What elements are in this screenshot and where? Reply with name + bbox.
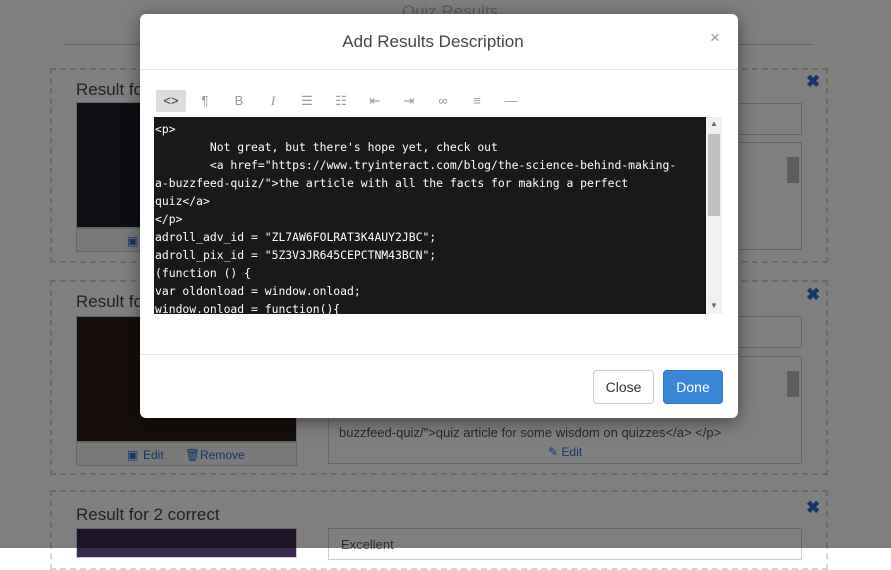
close-icon[interactable]: × — [710, 28, 720, 48]
code-content[interactable]: <p> Not great, but there's hope yet, che… — [155, 120, 703, 314]
divider — [140, 354, 738, 355]
editor-toolbar: <> ¶ B I ☰ ☷ ⇤ ⇥ ∞ ≡ — — [154, 85, 723, 118]
numbered-list-icon[interactable]: ☷ — [326, 90, 356, 112]
outdent-icon[interactable]: ⇤ — [360, 90, 390, 112]
close-button[interactable]: Close — [593, 370, 654, 404]
paragraph-icon[interactable]: ¶ — [190, 90, 220, 112]
align-icon[interactable]: ≡ — [462, 90, 492, 112]
code-view-icon[interactable]: <> — [156, 90, 186, 112]
divider — [140, 69, 738, 70]
scroll-down-icon[interactable]: ▼ — [710, 301, 718, 310]
link-icon[interactable]: ∞ — [428, 90, 458, 112]
scrollbar-thumb[interactable] — [708, 134, 720, 216]
indent-icon[interactable]: ⇥ — [394, 90, 424, 112]
dialog-title: Add Results Description — [342, 32, 524, 51]
bold-icon[interactable]: B — [224, 90, 254, 112]
add-results-description-dialog: Add Results Description × <> ¶ B I ☰ ☷ ⇤… — [140, 14, 738, 418]
bullet-list-icon[interactable]: ☰ — [292, 90, 322, 112]
italic-icon[interactable]: I — [258, 90, 288, 112]
code-editor[interactable]: <p> Not great, but there's hope yet, che… — [154, 117, 722, 314]
editor-scrollbar[interactable]: ▲ ▼ — [706, 117, 722, 314]
scroll-up-icon[interactable]: ▲ — [710, 119, 718, 128]
horizontal-rule-icon[interactable]: — — [496, 90, 526, 112]
done-button[interactable]: Done — [663, 370, 723, 404]
